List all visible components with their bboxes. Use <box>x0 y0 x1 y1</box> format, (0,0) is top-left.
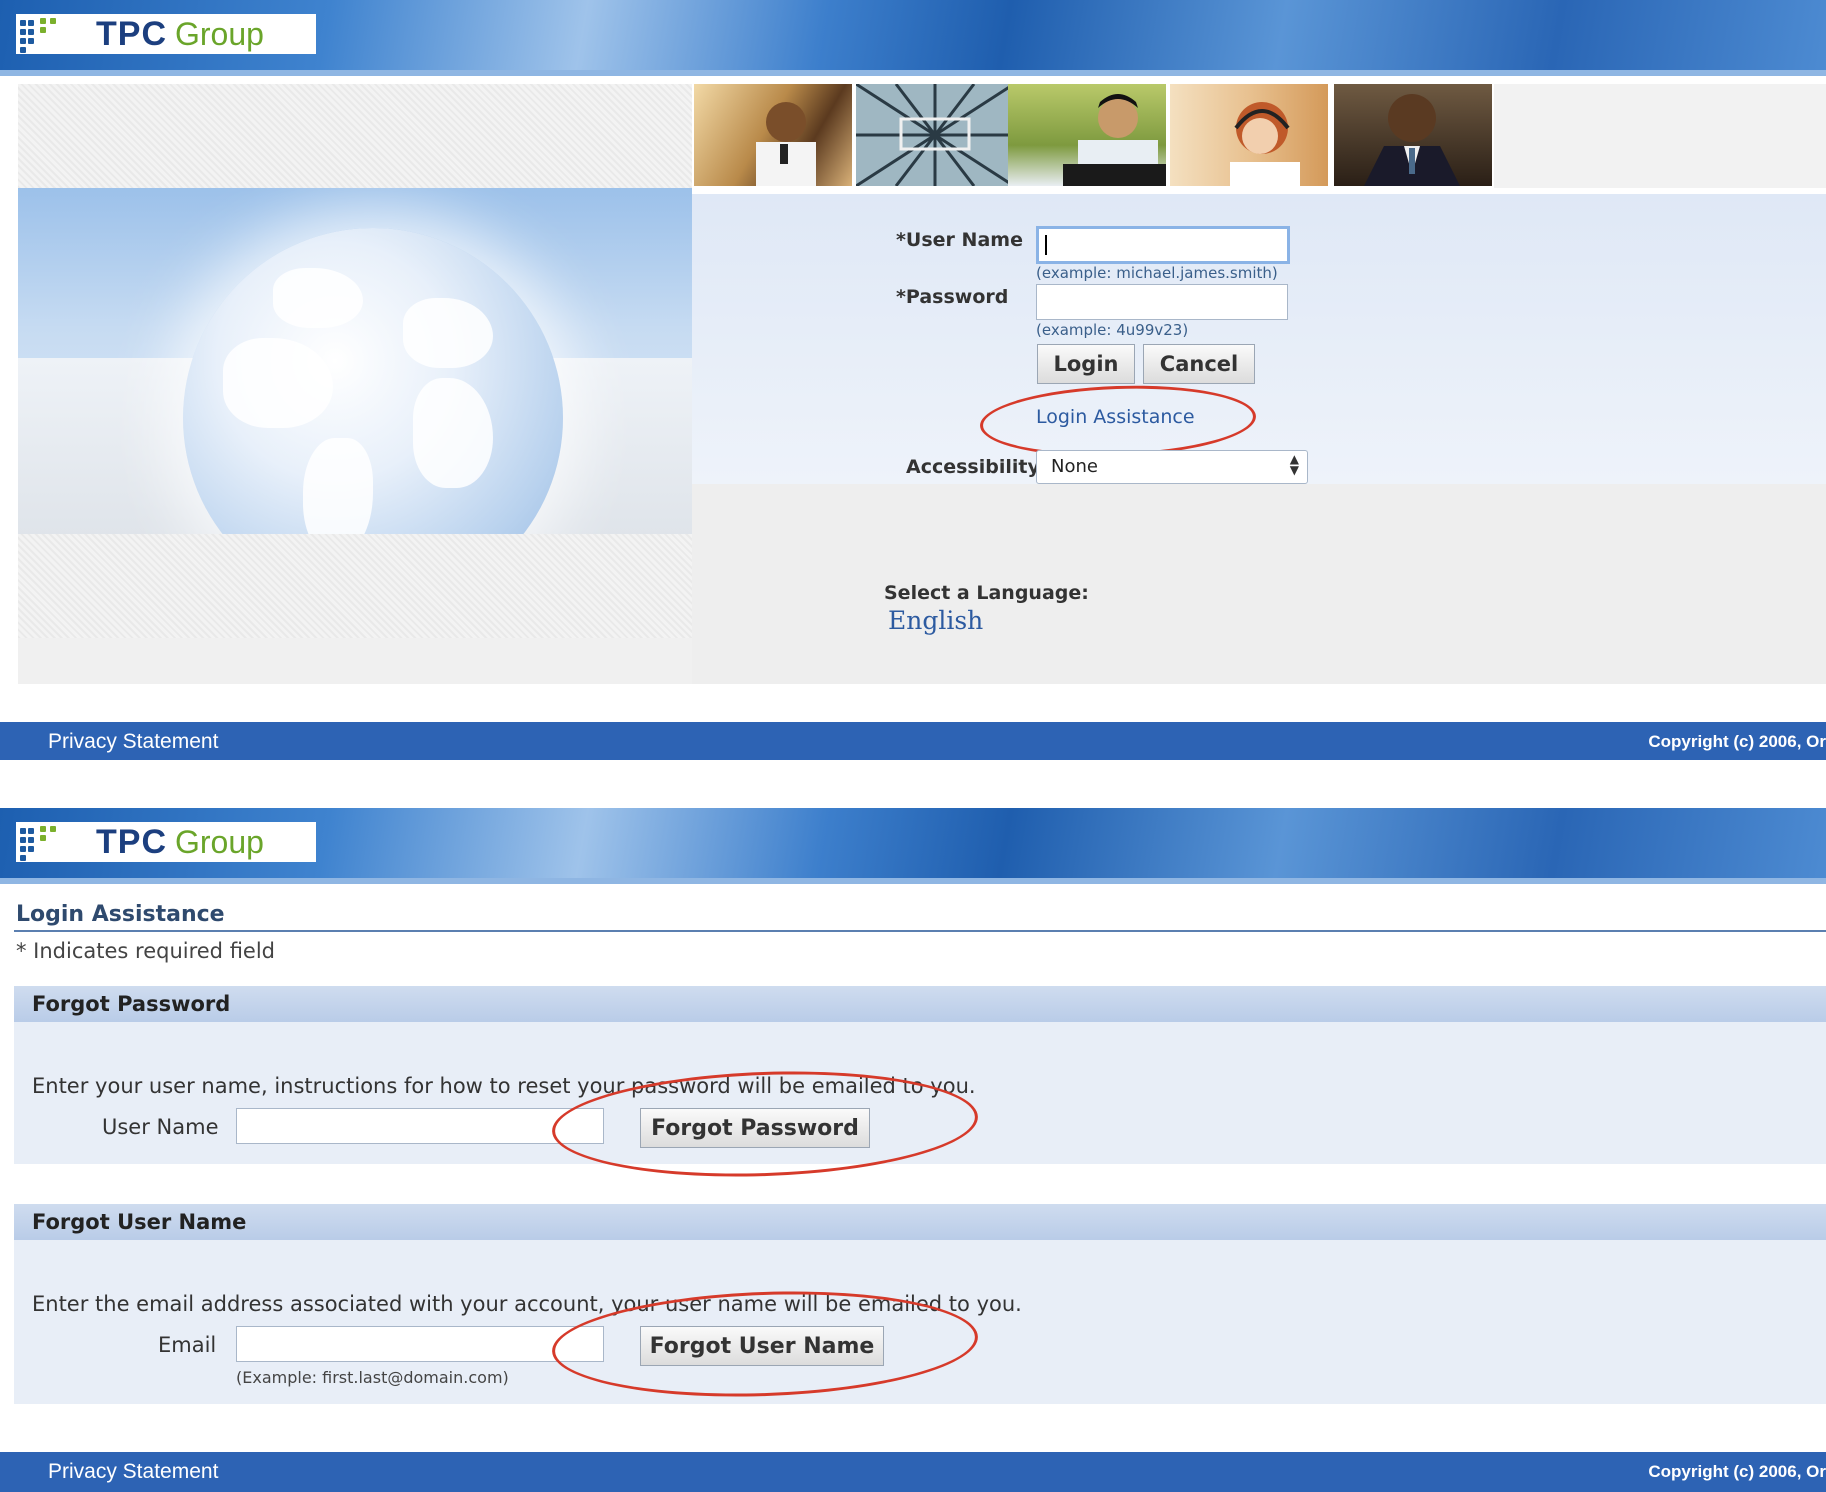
language-english-link[interactable]: English <box>888 606 983 635</box>
privacy-statement-link[interactable]: Privacy Statement <box>48 1460 218 1484</box>
logo-group-text: Group <box>175 823 264 860</box>
tpc-logo[interactable]: TPC Group <box>16 14 316 54</box>
logo-tpc-text: TPC <box>96 14 167 53</box>
password-hint: (example: 4u99v23) <box>1036 321 1189 339</box>
forgot-username-header: Forgot User Name <box>14 1204 1826 1240</box>
photo-man-laptop <box>1008 84 1173 186</box>
cancel-button[interactable]: Cancel <box>1143 344 1255 384</box>
language-label: Select a Language: <box>884 582 1089 604</box>
header-bar-assistance: TPC Group <box>0 808 1826 884</box>
globe-bottom-strip <box>18 638 692 684</box>
forgot-username-email-label: Email <box>158 1333 217 1357</box>
accessibility-value: None <box>1051 456 1098 477</box>
copyright-text: Copyright (c) 2006, Or <box>1648 732 1826 751</box>
logo-group-text: Group <box>175 15 264 52</box>
copyright-text: Copyright (c) 2006, Or <box>1648 1462 1826 1481</box>
forgot-username-email-input[interactable] <box>236 1326 604 1362</box>
forgot-password-username-input[interactable] <box>236 1108 604 1144</box>
photo-man-suit <box>1334 84 1492 186</box>
forgot-password-username-label: User Name <box>102 1115 219 1139</box>
footer-bar-bottom: Privacy Statement Copyright (c) 2006, Or <box>0 1452 1826 1492</box>
photo-call-center <box>1170 84 1328 186</box>
accessibility-label: Accessibility <box>906 456 1040 478</box>
password-label: *Password <box>896 286 1009 308</box>
username-hint: (example: michael.james.smith) <box>1036 264 1278 282</box>
forgot-password-button[interactable]: Forgot Password <box>640 1108 870 1148</box>
select-arrows-icon: ▲ ▼ <box>1289 452 1299 477</box>
username-label: *User Name <box>896 229 1023 251</box>
username-input[interactable] <box>1036 226 1290 264</box>
forgot-password-heading: Forgot Password <box>32 992 231 1016</box>
footer-bar-top: Privacy Statement Copyright (c) 2006, Or <box>0 722 1826 760</box>
logo-dots-icon <box>18 824 70 861</box>
forgot-username-heading: Forgot User Name <box>32 1210 247 1234</box>
forgot-password-instructions: Enter your user name, instructions for h… <box>32 1074 976 1098</box>
forgot-username-instructions: Enter the email address associated with … <box>32 1292 1022 1316</box>
tpc-logo-assistance[interactable]: TPC Group <box>16 822 316 862</box>
photo-tower <box>855 82 1015 188</box>
banner-hatch <box>18 84 692 188</box>
banner-right-bg <box>1494 84 1826 188</box>
required-note: * Indicates required field <box>16 939 276 963</box>
forgot-password-header: Forgot Password <box>14 986 1826 1022</box>
login-button[interactable]: Login <box>1037 344 1135 384</box>
text-cursor <box>1045 235 1047 255</box>
privacy-statement-link[interactable]: Privacy Statement <box>48 730 218 754</box>
forgot-username-button[interactable]: Forgot User Name <box>640 1326 884 1366</box>
forgot-username-email-hint: (Example: first.last@domain.com) <box>236 1368 509 1387</box>
page-title: Login Assistance <box>16 902 225 927</box>
logo-dots-icon <box>18 16 70 53</box>
password-input[interactable] <box>1036 284 1288 320</box>
login-assistance-link[interactable]: Login Assistance <box>1036 406 1195 428</box>
language-area-background <box>692 484 1826 684</box>
photo-businessman <box>694 84 852 186</box>
logo-tpc-text: TPC <box>96 822 167 861</box>
globe-graphic <box>18 188 692 538</box>
accessibility-select[interactable]: None ▲ ▼ <box>1036 450 1308 484</box>
title-divider <box>14 930 1826 932</box>
header-bar: TPC Group <box>0 0 1826 76</box>
globe-hatch-lower <box>18 534 692 638</box>
